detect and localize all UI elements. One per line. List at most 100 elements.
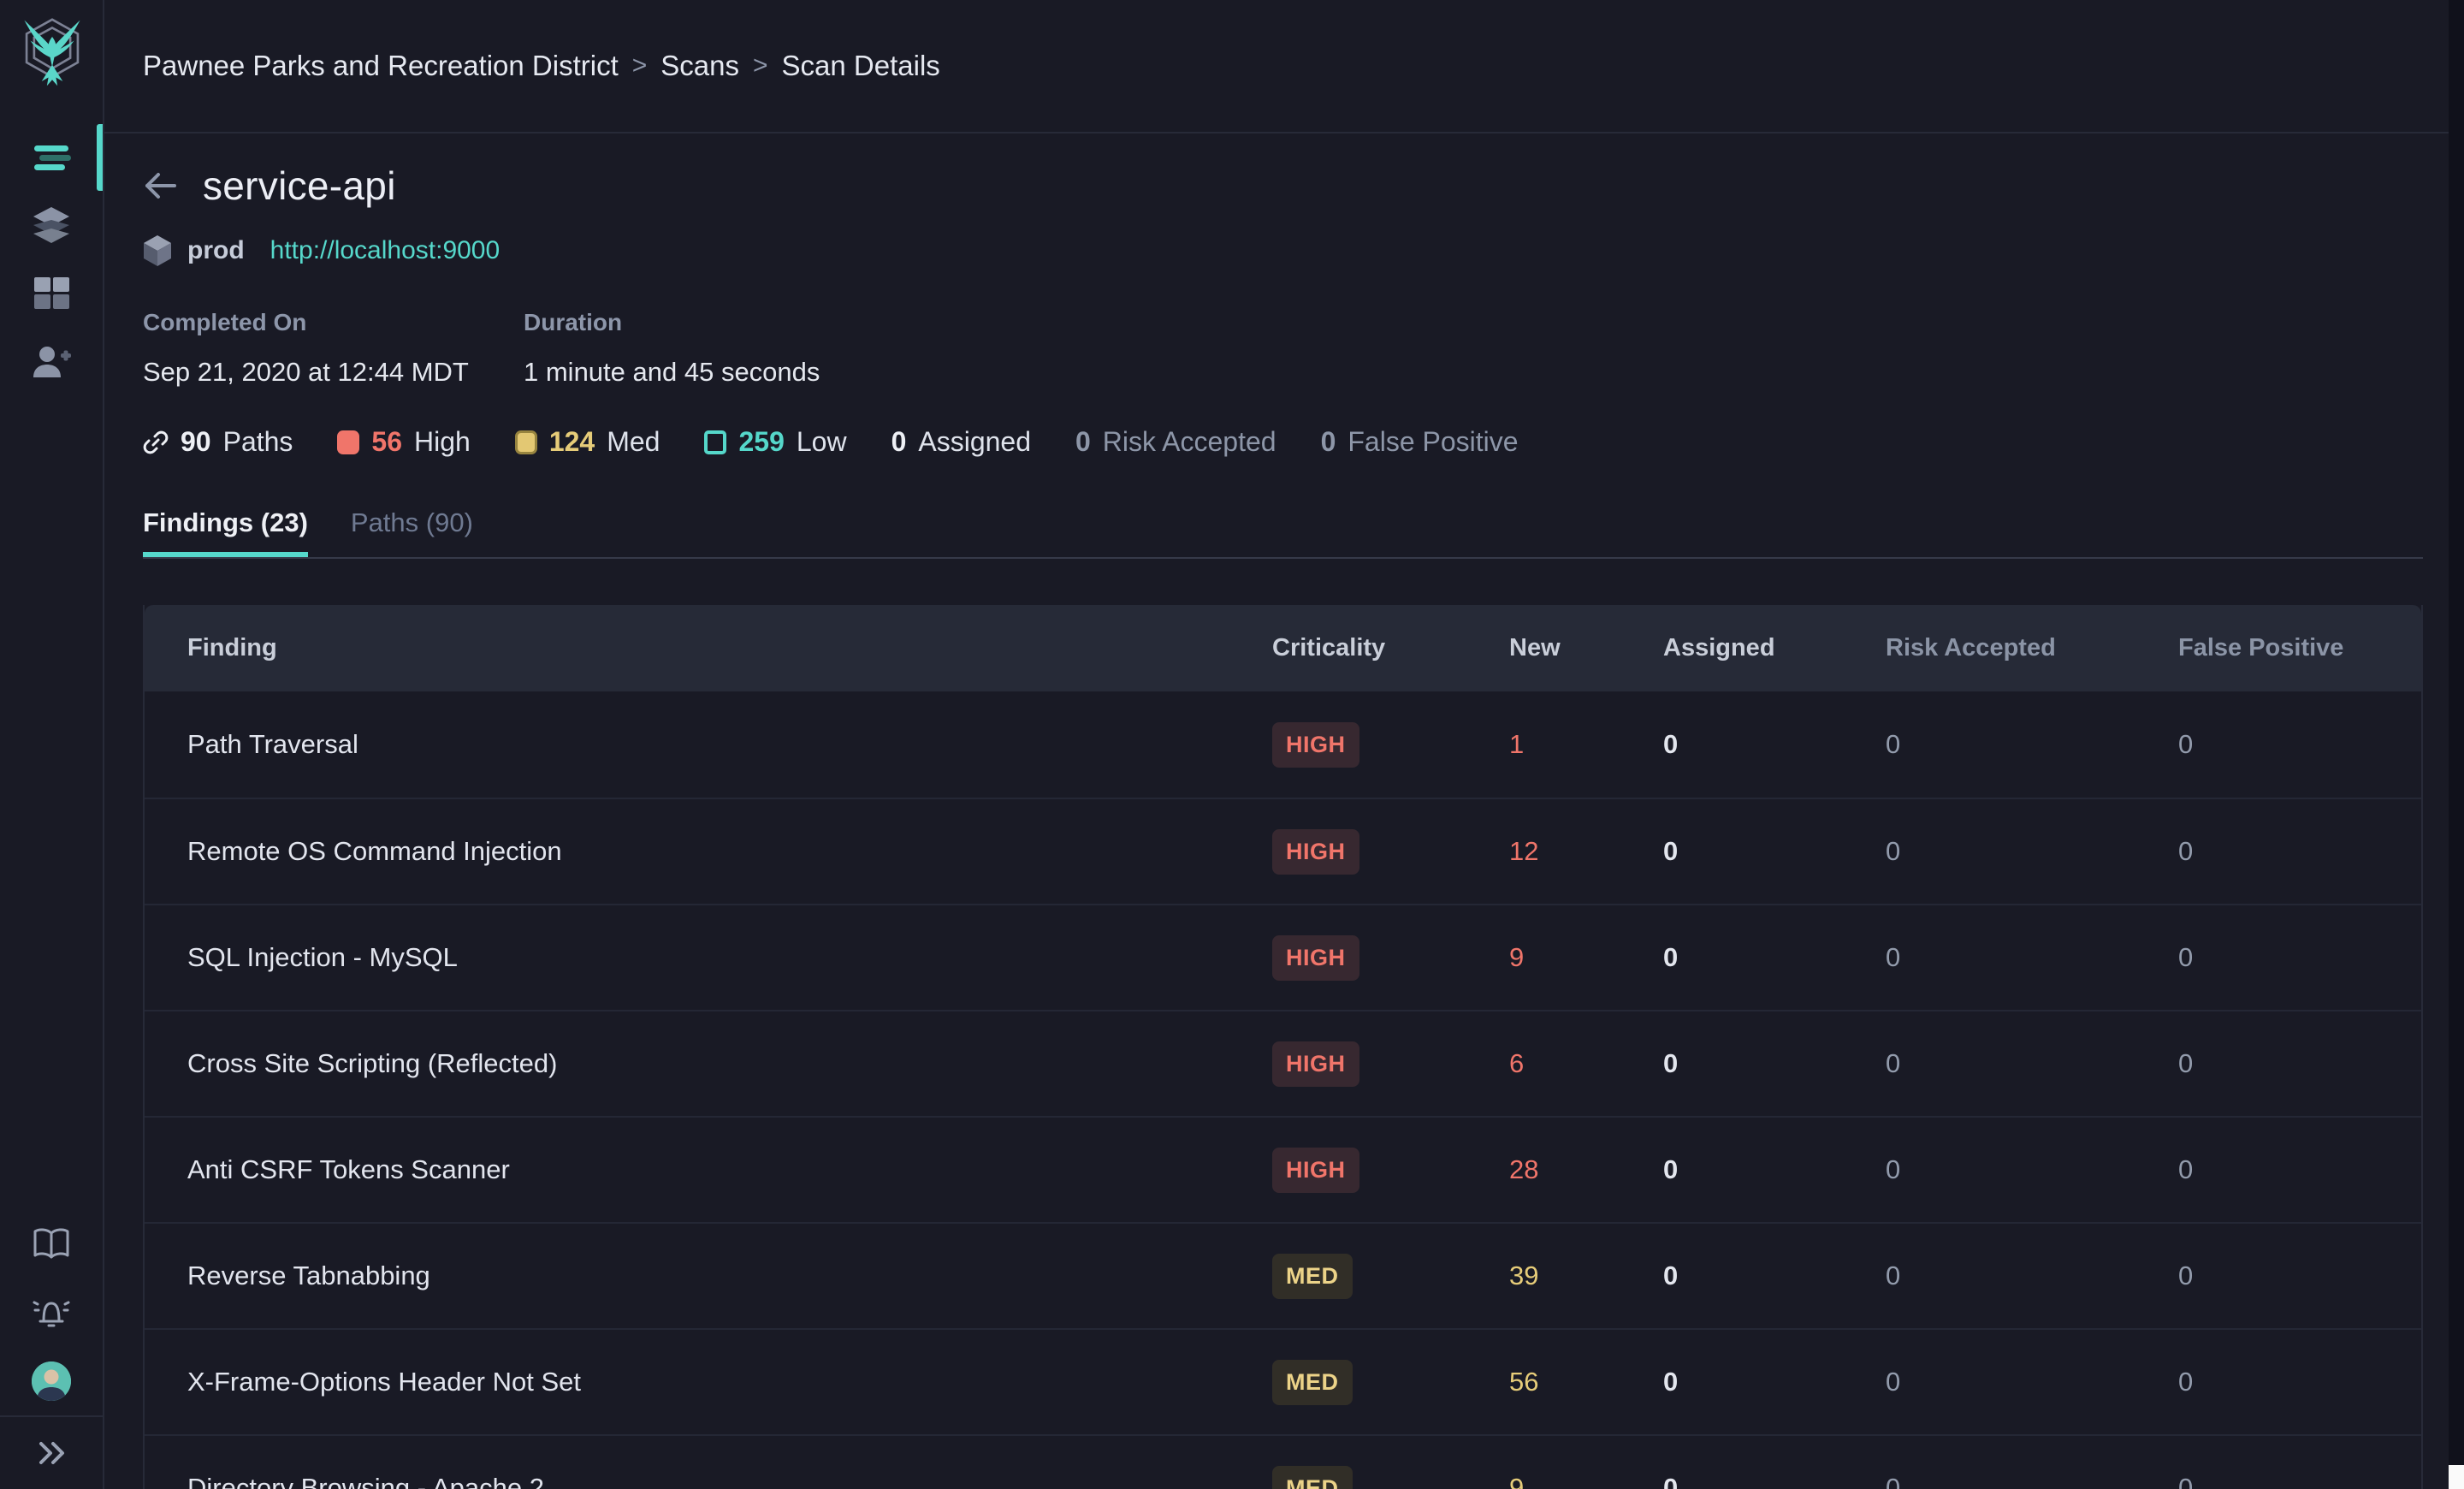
column-header-new: New: [1509, 634, 1561, 661]
scrollbar-track[interactable]: [2449, 0, 2464, 1489]
table-row[interactable]: Directory Browsing - Apache 2 MED 9 0 0 …: [145, 1434, 2421, 1489]
high-label: High: [414, 426, 471, 457]
risk-accepted-count: 0: [1886, 1367, 1901, 1397]
false-positive-label: False Positive: [1348, 426, 1519, 457]
assigned-count: 0: [1663, 729, 1679, 759]
completed-on-label: Completed On: [143, 309, 307, 335]
new-count[interactable]: 9: [1509, 942, 1663, 973]
column-header-false-positive: False Positive: [2178, 634, 2344, 661]
sidebar-item-team[interactable]: [0, 329, 103, 397]
assigned-count: 0: [1663, 942, 1679, 972]
risk-accepted-count: 0: [1886, 1473, 1901, 1489]
finding-name[interactable]: Directory Browsing - Apache 2: [145, 1473, 1272, 1489]
grid-icon: [32, 275, 71, 314]
breadcrumb-org[interactable]: Pawnee Parks and Recreation District: [143, 50, 619, 82]
new-count[interactable]: 56: [1509, 1367, 1663, 1397]
app-logo[interactable]: [0, 12, 104, 87]
sidebar-item-alerts[interactable]: [0, 1278, 103, 1347]
med-count: 124: [548, 426, 595, 457]
table-row[interactable]: SQL Injection - MySQL HIGH 9 0 0 0: [145, 904, 2421, 1010]
finding-name[interactable]: X-Frame-Options Header Not Set: [145, 1367, 1272, 1397]
book-icon: [32, 1227, 71, 1261]
scrollbar-thumb[interactable]: [2449, 1465, 2464, 1489]
false-positive-count: 0: [2178, 1154, 2194, 1184]
low-severity-icon: [704, 430, 727, 454]
sidebar-item-docs[interactable]: [0, 1210, 103, 1278]
finding-name[interactable]: Cross Site Scripting (Reflected): [145, 1048, 1272, 1079]
stat-risk-accepted: 0 Risk Accepted: [1075, 426, 1276, 458]
new-count[interactable]: 9: [1509, 1473, 1663, 1489]
finding-name[interactable]: Remote OS Command Injection: [145, 836, 1272, 867]
table-row[interactable]: X-Frame-Options Header Not Set MED 56 0 …: [145, 1328, 2421, 1434]
finding-name[interactable]: Reverse Tabnabbing: [145, 1261, 1272, 1291]
assigned-label: Assigned: [918, 426, 1031, 457]
false-positive-count: 0: [2178, 942, 2194, 972]
low-label: Low: [796, 426, 847, 457]
new-count[interactable]: 6: [1509, 1048, 1663, 1079]
new-count[interactable]: 1: [1509, 729, 1663, 760]
table-row[interactable]: Reverse Tabnabbing MED 39 0 0 0: [145, 1222, 2421, 1328]
risk-accepted-label: Risk Accepted: [1102, 426, 1276, 457]
column-header-risk-accepted: Risk Accepted: [1886, 634, 2056, 661]
scan-results-icon: [32, 138, 71, 177]
assigned-count: 0: [1663, 836, 1679, 866]
stat-high: 56 High: [337, 426, 471, 458]
table-row[interactable]: Anti CSRF Tokens Scanner HIGH 28 0 0 0: [145, 1116, 2421, 1222]
high-count: 56: [371, 426, 403, 457]
environment-cube-icon: [143, 234, 172, 267]
stat-assigned: 0 Assigned: [891, 426, 1031, 458]
sidebar-item-dashboard[interactable]: [0, 260, 103, 329]
tab-paths[interactable]: Paths (90): [351, 507, 473, 557]
finding-name[interactable]: Anti CSRF Tokens Scanner: [145, 1154, 1272, 1185]
stat-paths: 90 Paths: [143, 426, 293, 458]
criticality-badge: HIGH: [1272, 934, 1359, 981]
assigned-count: 0: [1663, 1473, 1679, 1489]
new-count[interactable]: 39: [1509, 1261, 1663, 1291]
false-positive-count: 0: [2178, 1261, 2194, 1290]
med-label: Med: [607, 426, 660, 457]
hawk-logo-icon: [15, 12, 90, 87]
column-header-criticality: Criticality: [1272, 634, 1386, 661]
add-user-icon: [30, 343, 73, 383]
table-row[interactable]: Path Traversal HIGH 1 0 0 0: [145, 691, 2421, 798]
table-row[interactable]: Cross Site Scripting (Reflected) HIGH 6 …: [145, 1010, 2421, 1116]
duration-value: 1 minute and 45 seconds: [524, 357, 820, 387]
new-count[interactable]: 12: [1509, 836, 1663, 867]
risk-accepted-count: 0: [1886, 942, 1901, 972]
back-arrow-button[interactable]: [143, 171, 177, 200]
criticality-badge: MED: [1272, 1465, 1353, 1489]
assigned-count: 0: [1663, 1367, 1679, 1397]
new-count[interactable]: 28: [1509, 1154, 1663, 1185]
sidebar-item-applications[interactable]: [0, 192, 103, 260]
criticality-badge: MED: [1272, 1359, 1353, 1405]
top-bar: Pawnee Parks and Recreation District > S…: [104, 0, 2449, 133]
criticality-badge: HIGH: [1272, 1147, 1359, 1193]
sidebar: [0, 0, 104, 1489]
breadcrumb-separator: >: [753, 51, 768, 80]
findings-table: Finding Criticality New Assigned Risk Ac…: [143, 605, 2423, 1489]
sidebar-item-scans[interactable]: [0, 123, 103, 192]
risk-accepted-count: 0: [1886, 836, 1901, 866]
sidebar-expand-button[interactable]: [0, 1415, 103, 1489]
criticality-badge: MED: [1272, 1253, 1353, 1299]
sidebar-item-profile[interactable]: [0, 1347, 103, 1415]
assigned-count: 0: [1663, 1261, 1679, 1290]
tab-findings[interactable]: Findings (23): [143, 507, 308, 557]
assigned-count: 0: [891, 426, 907, 457]
table-row[interactable]: Remote OS Command Injection HIGH 12 0 0 …: [145, 798, 2421, 904]
stat-med: 124 Med: [514, 426, 660, 458]
environment-name: prod: [187, 236, 245, 264]
finding-name[interactable]: SQL Injection - MySQL: [145, 942, 1272, 973]
low-count: 259: [738, 426, 785, 457]
criticality-badge: HIGH: [1272, 1041, 1359, 1087]
scan-host-link[interactable]: http://localhost:9000: [270, 236, 500, 265]
finding-name[interactable]: Path Traversal: [145, 729, 1272, 760]
risk-accepted-count: 0: [1886, 1154, 1901, 1184]
findings-table-body: Path Traversal HIGH 1 0 0 0 Remote OS Co…: [145, 691, 2421, 1489]
double-chevron-right-icon: [34, 1440, 68, 1466]
layers-icon: [30, 205, 73, 247]
breadcrumb-scans[interactable]: Scans: [660, 50, 739, 82]
high-severity-icon: [337, 430, 360, 454]
findings-table-header: Finding Criticality New Assigned Risk Ac…: [145, 605, 2421, 691]
criticality-badge: HIGH: [1272, 721, 1359, 768]
